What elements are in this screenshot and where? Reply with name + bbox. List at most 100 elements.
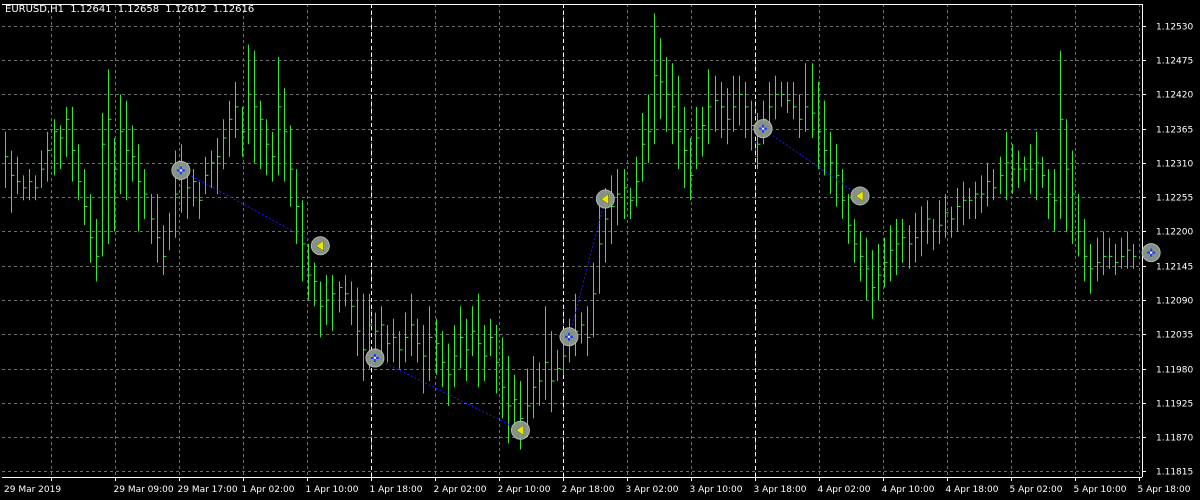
y-tick-label: 1.12310 [1156, 160, 1193, 170]
price-bar [157, 194, 161, 263]
y-tick-label: 1.12255 [1156, 194, 1193, 204]
price-bar [533, 356, 537, 419]
price-bar [672, 63, 676, 145]
price-bar [842, 169, 846, 219]
price-bar [211, 150, 215, 188]
price-bar [715, 75, 719, 132]
price-bar [169, 212, 173, 251]
price-bar [678, 75, 682, 170]
price-bar [345, 275, 349, 307]
y-tick-label: 1.12090 [1156, 297, 1193, 307]
y-tick-label: 1.12200 [1156, 228, 1193, 238]
price-bar [393, 318, 397, 363]
price-bar [254, 50, 258, 163]
price-bar [29, 169, 33, 201]
price-bar [830, 131, 834, 195]
price-bar [1090, 243, 1094, 294]
price-bar [272, 131, 276, 182]
price-bar [927, 200, 931, 244]
y-tick-label: 1.11925 [1156, 400, 1193, 410]
price-bar [96, 219, 100, 282]
price-bar [90, 194, 94, 263]
price-bar [399, 331, 403, 369]
price-bar [1042, 156, 1046, 188]
x-tick-label: 4 Apr 02:00 [818, 485, 871, 495]
price-bar [514, 374, 518, 425]
price-bar [163, 225, 167, 276]
y-tick-label: 1.12420 [1156, 91, 1193, 101]
chart-window[interactable]: 1.12530 1.12475 1.12420 1.12365 1.12310 1.122… [0, 0, 1200, 500]
price-bar [684, 106, 688, 188]
price-chart[interactable]: 1.12530 1.12475 1.12420 1.12365 1.12310 1.122… [0, 0, 1200, 500]
price-bar [199, 181, 203, 219]
price-bar [205, 156, 209, 195]
price-bar [1121, 237, 1125, 269]
y-tick-label: 1.12145 [1156, 263, 1193, 273]
price-bar [417, 318, 421, 363]
price-bar [1000, 156, 1004, 195]
price-bar [545, 306, 549, 400]
price-bar [363, 293, 367, 382]
price-bar [72, 106, 76, 182]
price-bar [405, 312, 409, 363]
price-bar [47, 131, 51, 182]
cross-center-icon [1149, 251, 1153, 254]
cross-center-icon [761, 127, 765, 130]
price-bar [878, 243, 882, 301]
price-bar [290, 125, 294, 207]
price-bar [478, 293, 482, 388]
x-tick-label: 1 Apr 18:00 [370, 485, 423, 495]
price-bar [787, 81, 791, 114]
price-bar [799, 94, 803, 138]
price-bar [939, 200, 943, 244]
price-bar [702, 106, 706, 157]
price-bar [957, 187, 961, 232]
price-bar [266, 119, 270, 176]
price-bar [739, 75, 743, 126]
price-bar [381, 306, 385, 357]
price-bar [551, 331, 555, 413]
price-bar [884, 237, 888, 288]
symbol-info: EURUSD,H1 1.12641 1.12658 1.12612 1.1261… [5, 4, 257, 15]
price-bar [1133, 243, 1137, 269]
price-bar [1109, 237, 1113, 269]
price-bar [102, 113, 106, 257]
price-bar [484, 324, 488, 382]
x-tick-label: 2 Apr 02:00 [434, 485, 487, 495]
price-bar [769, 81, 773, 126]
price-bar [296, 169, 300, 244]
price-bar [466, 318, 470, 382]
price-bar [812, 63, 816, 138]
price-bar [357, 287, 361, 357]
price-bar [120, 94, 124, 195]
price-bar [1097, 237, 1101, 282]
price-bar [921, 206, 925, 257]
price-bar [611, 175, 615, 244]
y-tick-label: 1.12475 [1156, 57, 1193, 67]
price-bar [5, 131, 9, 188]
price-bar [860, 231, 864, 282]
y-tick-label: 1.11815 [1156, 468, 1193, 478]
y-tick-label: 1.12035 [1156, 331, 1193, 341]
price-bar [1006, 131, 1010, 201]
price-bar [490, 318, 494, 357]
price-bar [1127, 231, 1131, 269]
price-bar [35, 175, 39, 201]
price-bar [436, 318, 440, 375]
price-bar [630, 187, 634, 219]
price-bar [824, 100, 828, 176]
cross-center-icon [179, 169, 183, 172]
x-tick-label: 29 Mar 09:00 [114, 485, 174, 495]
signal-connector [180, 169, 321, 247]
price-bar [460, 306, 464, 369]
price-bar [1103, 231, 1107, 276]
price-bar [696, 106, 700, 170]
price-bar [260, 100, 264, 170]
price-bar [193, 169, 197, 207]
price-bar [915, 212, 919, 263]
price-bar [302, 200, 306, 282]
price-bar [144, 169, 148, 219]
cross-center-icon [567, 335, 571, 338]
signal-connector [762, 128, 861, 197]
price-bar [278, 56, 282, 176]
